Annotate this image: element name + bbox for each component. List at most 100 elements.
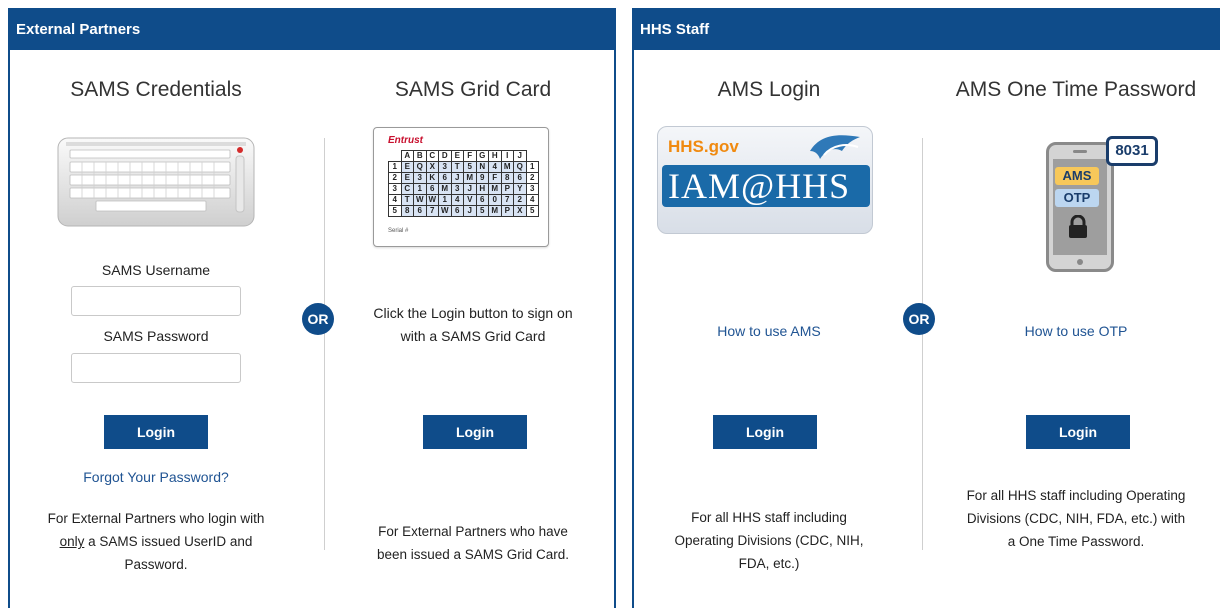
grid-column-header: G — [475, 150, 489, 162]
grid-cell: 6 — [425, 183, 439, 195]
grid-cell: M — [463, 172, 477, 184]
sams-password-label: SAMS Password — [103, 328, 209, 344]
how-to-use-otp-link[interactable]: How to use OTP — [932, 323, 1220, 339]
grid-card-login-button[interactable]: Login — [423, 415, 527, 449]
grid-row: 4TWW14V60724 — [388, 194, 539, 206]
grid-row: 1EQX3T5N4MQ1 — [388, 161, 539, 173]
only-emphasis: only — [59, 534, 85, 549]
grid-cell: 2 — [513, 194, 527, 206]
grid-row: 5867W6J5MPX5 — [388, 205, 539, 217]
external-partners-header: External Partners — [10, 10, 614, 50]
ams-login-title: AMS Login — [717, 78, 821, 101]
phone-speaker — [1073, 150, 1087, 153]
grid-cell: 8 — [400, 205, 414, 217]
keyboard-icon — [57, 137, 255, 227]
grid-cell: P — [500, 205, 514, 217]
grid-cell: E — [400, 161, 414, 173]
hhs-divider — [922, 138, 923, 550]
grid-cell: 7 — [500, 194, 514, 206]
grid-row-number: 5 — [388, 205, 402, 217]
grid-column-header: B — [413, 150, 427, 162]
otp-desc-line2: Divisions (CDC, NIH, FDA, etc.) with — [966, 511, 1186, 526]
otp-desc-line1: For all HHS staff including Operating — [966, 488, 1186, 503]
sams-credentials-description: For External Partners who login with onl… — [10, 507, 302, 576]
grid-cell: 8 — [500, 172, 514, 184]
grid-cell: Q — [513, 161, 527, 173]
grid-cell: P — [500, 183, 514, 195]
ams-desc-line1: For all HHS staff including — [691, 510, 847, 525]
hhs-staff-panel: HHS Staff AMS Login HHS.gov IAM@HHS How … — [632, 8, 1220, 608]
grid-cell: W — [425, 194, 439, 206]
hhs-staff-header: HHS Staff — [634, 10, 1220, 50]
grid-card-desc-line2: been issued a SAMS Grid Card. — [376, 547, 570, 562]
phone-otp-label: OTP — [1055, 189, 1099, 207]
grid-cell: 3 — [413, 172, 427, 184]
grid-cell: 6 — [413, 205, 427, 217]
grid-row-number-right: 2 — [525, 172, 539, 184]
grid-card-instruction-line2: with a SAMS Grid Card — [400, 328, 546, 344]
grid-row: 3C16M3JHMPY3 — [388, 183, 539, 195]
sams-credentials-title: SAMS Credentials — [70, 78, 242, 101]
grid-cell: J — [463, 205, 477, 217]
how-to-use-ams-link[interactable]: How to use AMS — [634, 323, 904, 339]
grid-row-number: 1 — [388, 161, 402, 173]
grid-cell: X — [513, 205, 527, 217]
grid-row-number: 3 — [388, 183, 402, 195]
forgot-password-link[interactable]: Forgot Your Password? — [10, 469, 302, 485]
iam-hhs-badge: HHS.gov IAM@HHS — [657, 126, 873, 234]
grid-cell: Y — [513, 183, 527, 195]
grid-card-instruction-line1: Click the Login button to sign on — [373, 305, 573, 321]
external-or-badge: OR — [302, 303, 334, 335]
hhs-or-badge: OR — [903, 303, 935, 335]
grid-cell: 4 — [488, 161, 502, 173]
grid-column-header: E — [450, 150, 464, 162]
grid-column-header: F — [463, 150, 477, 162]
grid-cell: 5 — [463, 161, 477, 173]
grid-card-serial: Serial # — [388, 228, 409, 234]
grid-cell: J — [463, 183, 477, 195]
grid-cell: V — [463, 194, 477, 206]
grid-column-header: J — [513, 150, 527, 162]
external-divider — [324, 138, 325, 550]
ams-login-button[interactable]: Login — [713, 415, 817, 449]
grid-card-image: Entrust ABCDEFGHIJ1EQX3T5N4MQ12E3K6JM9F8… — [373, 127, 549, 247]
grid-row-number-right: 4 — [525, 194, 539, 206]
grid-cell: T — [400, 194, 414, 206]
sams-credentials-desc-line1: For External Partners who login with — [47, 511, 265, 526]
ams-desc-line2: Operating Divisions (CDC, NIH, — [674, 533, 864, 548]
phone-home-button — [1077, 259, 1083, 265]
sams-username-label: SAMS Username — [101, 262, 211, 278]
grid-cell: M — [500, 161, 514, 173]
sams-credentials-desc-line3: Password. — [124, 557, 188, 572]
hhs-eagle-icon — [810, 135, 860, 159]
grid-column-header: H — [488, 150, 502, 162]
grid-cell: W — [438, 205, 452, 217]
grid-cell: N — [475, 161, 489, 173]
grid-cell: K — [425, 172, 439, 184]
sams-credentials-login-button[interactable]: Login — [104, 415, 208, 449]
grid-row-number-right: 1 — [525, 161, 539, 173]
grid-cell: 4 — [450, 194, 464, 206]
grid-card-table: ABCDEFGHIJ1EQX3T5N4MQ12E3K6JM9F8623C16M3… — [388, 150, 539, 217]
grid-cell: T — [450, 161, 464, 173]
ams-otp-title: AMS One Time Password — [955, 78, 1197, 101]
external-partners-panel: External Partners SAMS Credentials SAMS … — [8, 8, 616, 608]
grid-row-number-right: 3 — [525, 183, 539, 195]
grid-cell: 0 — [488, 194, 502, 206]
grid-column-header: C — [425, 150, 439, 162]
grid-cell: M — [438, 183, 452, 195]
ams-login-description: For all HHS staff including Operating Di… — [634, 506, 904, 575]
grid-cell: 1 — [438, 194, 452, 206]
ams-otp-login-button[interactable]: Login — [1026, 415, 1130, 449]
lock-icon — [1069, 215, 1087, 238]
grid-column-header: I — [500, 150, 514, 162]
grid-card-desc-line1: For External Partners who have — [378, 524, 568, 539]
grid-cell: X — [425, 161, 439, 173]
grid-cell: W — [413, 194, 427, 206]
sams-password-input[interactable] — [71, 353, 241, 383]
sams-username-input[interactable] — [71, 286, 241, 316]
grid-cell: 6 — [450, 205, 464, 217]
grid-column-header: D — [438, 150, 452, 162]
sams-credentials-column: SAMS Credentials SAMS Username SAMS Pass… — [10, 50, 302, 608]
grid-cell: 6 — [475, 194, 489, 206]
